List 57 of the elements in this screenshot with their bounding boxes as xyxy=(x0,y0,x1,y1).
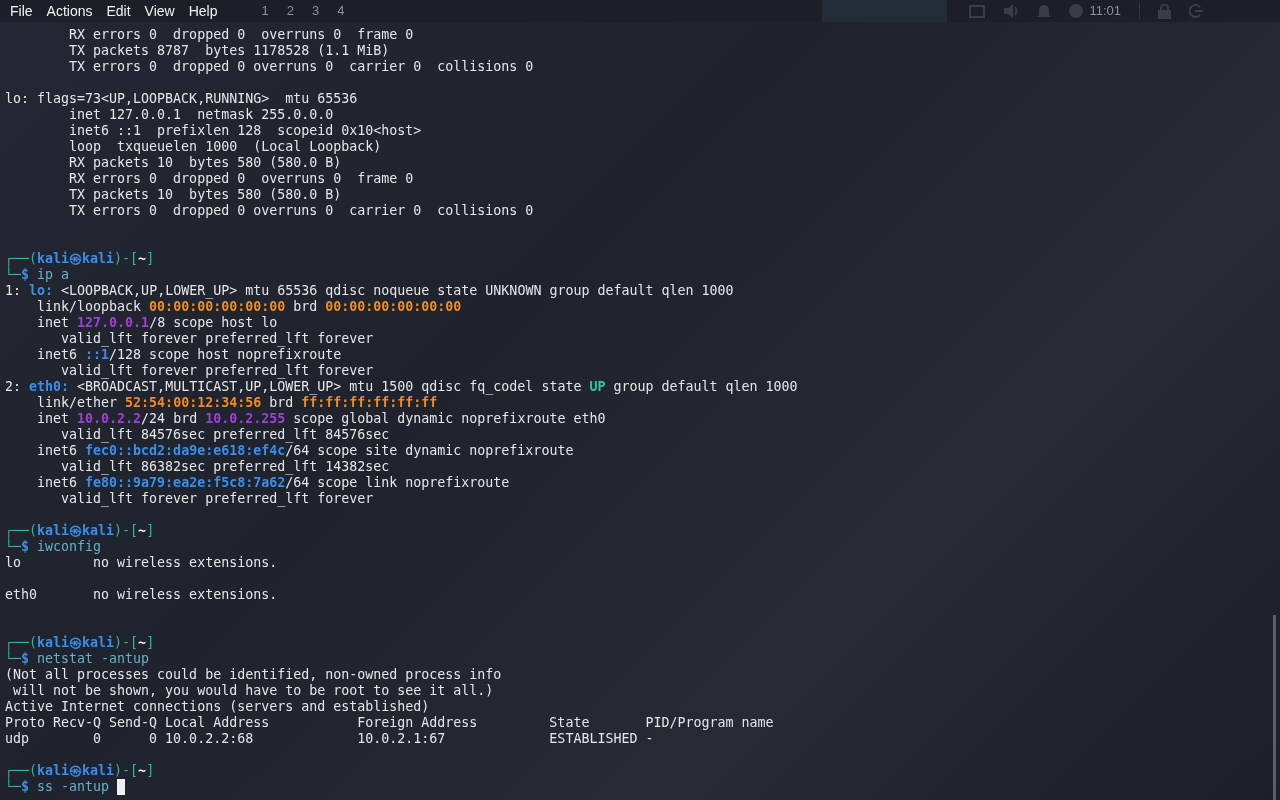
prompt-line: └─$ netstat -antup xyxy=(5,651,150,667)
terminal-line: Proto Recv-Q Send-Q Local Address Foreign Address State PID/Program name xyxy=(5,715,774,731)
terminal-line: 2: eth0: <BROADCAST,MULTICAST,UP,LOWER_UP> mtu 1500 qdisc fq_codel state UP group default qlen 1000 xyxy=(5,379,798,395)
terminal-line: RX packets 10 bytes 580 (580.0 B) xyxy=(68,155,342,171)
terminal-line: inet6 fec0::bcd2:da9e:e618:ef4c/64 scope site dynamic noprefixroute xyxy=(36,443,574,459)
terminal-line: inet6 ::1/128 scope host noprefixroute xyxy=(36,347,342,363)
terminal-line: 1: lo: <LOOPBACK,UP,LOWER_UP> mtu 65536 qdisc noqueue state UNKNOWN group default qlen 1000 xyxy=(5,283,734,299)
menu-item[interactable]: View xyxy=(138,0,181,22)
terminal-line: inet6 ::1 prefixlen 128 scopeid 0x10<host> xyxy=(68,123,422,139)
prompt-line: ┌──(kali㉿kali)-[~] xyxy=(5,523,155,539)
menu-item[interactable]: Actions xyxy=(40,0,99,22)
terminal-line: valid_lft 86382sec preferred_lft 14382sec xyxy=(60,459,390,475)
terminal-line: Active Internet connections (servers and established) xyxy=(5,699,430,715)
terminal-line: RX errors 0 dropped 0 overruns 0 frame 0 xyxy=(68,27,414,43)
workspace-number[interactable]: 3 xyxy=(311,1,320,21)
terminal-line: TX packets 8787 bytes 1178528 (1.1 MiB) xyxy=(68,43,390,59)
terminal-line: valid_lft forever preferred_lft forever xyxy=(60,491,374,507)
workspace-number[interactable]: 4 xyxy=(337,1,345,21)
menu-item[interactable]: Edit xyxy=(100,0,137,22)
terminal-line: valid_lft 84576sec preferred_lft 84576sec xyxy=(60,427,390,443)
terminal-line: inet 127.0.0.1 netmask 255.0.0.0 xyxy=(68,107,334,123)
terminal-line: (Not all processes could be identified, non-owned process info xyxy=(5,667,502,683)
terminal-line: loop txqueuelen 1000 (Local Loopback) xyxy=(68,139,382,155)
terminal-line: inet 10.0.2.2/24 brd 10.0.2.255 scope global dynamic noprefixroute eth0 xyxy=(36,411,606,427)
terminal-line: link/loopback 00:00:00:00:00:00 brd 00:00:00:00:00:00 xyxy=(36,299,462,315)
prompt-line: ┌──(kali㉿kali)-[~] xyxy=(5,635,155,651)
terminal-line: lo: flags=73<UP,LOOPBACK,RUNNING> mtu 65536 xyxy=(5,91,358,107)
network-icon[interactable] xyxy=(969,4,986,18)
volume-icon[interactable] xyxy=(1003,4,1020,18)
menu-item[interactable]: Help xyxy=(182,0,224,22)
terminal-line: valid_lft forever preferred_lft forever xyxy=(60,363,374,379)
menu-item[interactable]: File xyxy=(4,0,39,22)
prompt-line: ┌──(kali㉿kali)-[~] xyxy=(5,251,155,267)
clock: 11:01 xyxy=(1089,2,1121,21)
text-cursor xyxy=(117,779,126,795)
terminal-line: link/ether 52:54:00:12:34:56 brd ff:ff:ff:ff:ff:ff xyxy=(36,395,438,411)
terminal-line: lo no wireless extensions. xyxy=(5,555,278,571)
terminal-line: will not be shown, you would have to be root to see it all.) xyxy=(12,683,494,699)
prompt-line: └─$ ip a xyxy=(5,267,70,283)
terminal-line: valid_lft forever preferred_lft forever xyxy=(60,331,374,347)
lock-icon[interactable] xyxy=(1158,3,1171,19)
terminal-line: udp 0 0 10.0.2.2:68 10.0.2.1:67 ESTABLISHED - xyxy=(5,731,654,747)
terminal-line: TX packets 10 bytes 580 (580.0 B) xyxy=(68,187,342,203)
terminal-line: TX errors 0 dropped 0 overruns 0 carrier 0 collisions 0 xyxy=(68,203,534,219)
scroll-bar[interactable] xyxy=(1273,615,1276,800)
prompt-line: ┌──(kali㉿kali)-[~] xyxy=(5,763,155,779)
terminal-line: inet6 fe80::9a79:ea2e:f5c8:7a62/64 scope link noprefixroute xyxy=(36,475,510,491)
workspace-number[interactable]: 1 xyxy=(261,1,269,21)
bell-icon[interactable] xyxy=(1037,3,1052,19)
terminal-line: RX errors 0 dropped 0 overruns 0 frame 0 xyxy=(68,171,414,187)
prompt-line: └─$ ss -antup xyxy=(5,779,126,795)
workspace-number[interactable]: 2 xyxy=(286,1,294,21)
terminal-line: TX errors 0 dropped 0 overruns 0 carrier 0 collisions 0 xyxy=(68,59,534,75)
terminal-line: eth0 no wireless extensions. xyxy=(5,587,278,603)
logout-icon[interactable] xyxy=(1189,4,1203,18)
terminal-line: inet 127.0.0.1/8 scope host lo xyxy=(36,315,278,331)
prompt-line: └─$ iwconfig xyxy=(5,539,102,555)
